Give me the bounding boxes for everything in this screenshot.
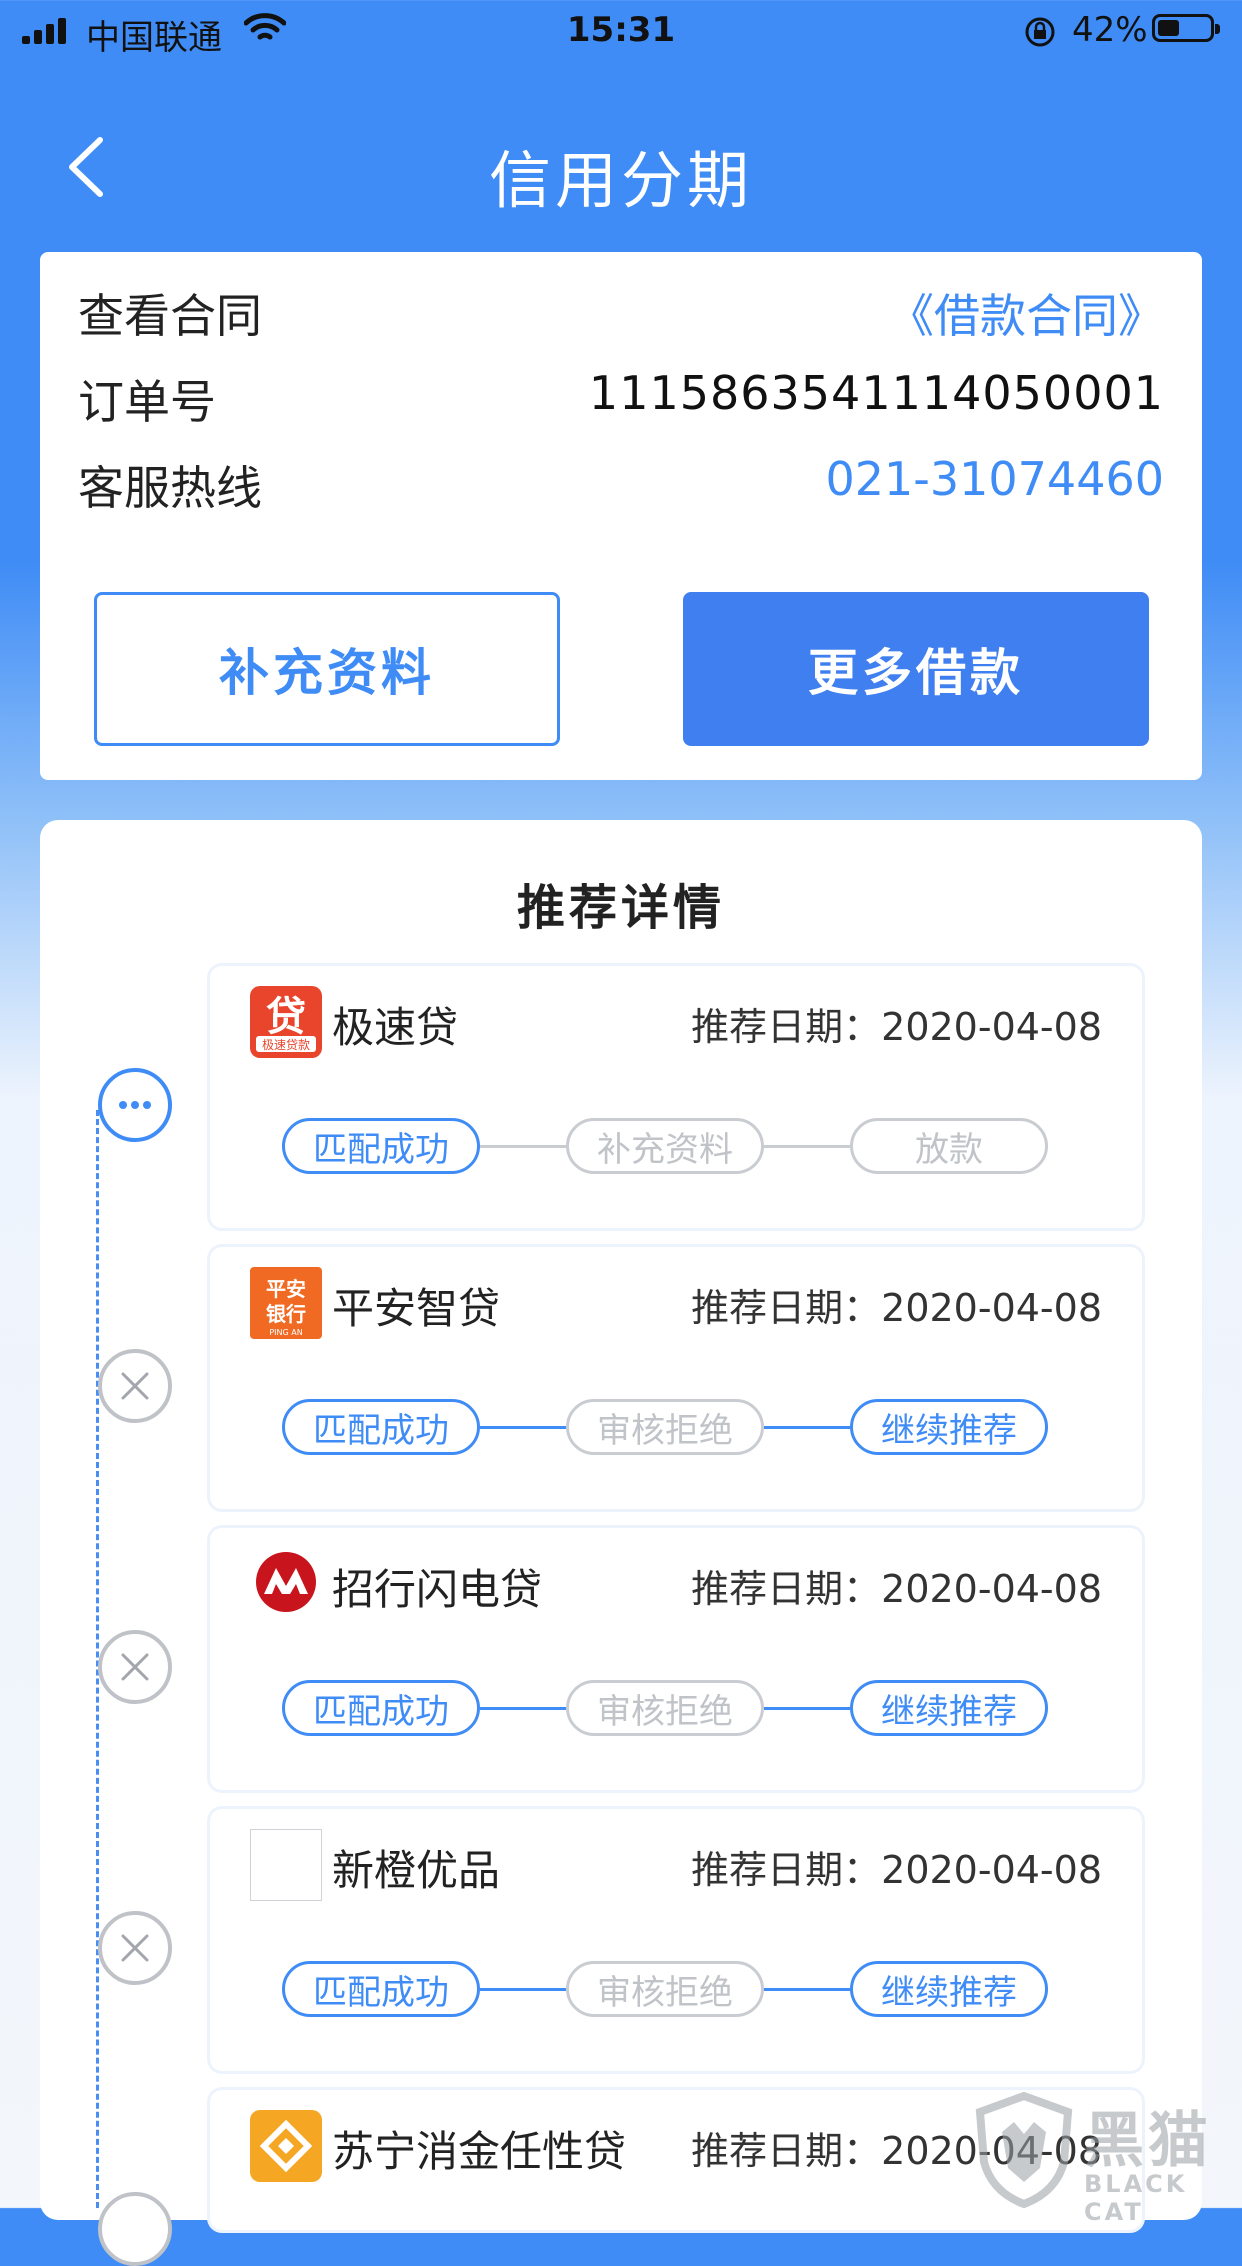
pending-dots-icon <box>98 1068 172 1142</box>
loan-product-name: 新橙优品 <box>332 1846 501 1895</box>
rejected-x-icon <box>98 1349 172 1423</box>
jisudai-logo-icon: 贷 极速贷款 <box>250 986 322 1058</box>
rejected-x-icon <box>98 1911 172 1985</box>
step-rejected: 审核拒绝 <box>566 1399 764 1455</box>
svg-text:银行: 银行 <box>266 1302 306 1326</box>
step-connector <box>764 1988 850 1991</box>
svg-text:极速贷款: 极速贷款 <box>262 1038 310 1052</box>
loan-item[interactable]: 新橙优品 推荐日期：2020-04-08 匹配成功 审核拒绝 继续推荐 <box>210 1809 1142 2071</box>
nav-bar: 信用分期 <box>0 112 1242 222</box>
pingan-bank-logo-icon: 平安 银行 PING AN <box>250 1267 322 1339</box>
svg-text:平安: 平安 <box>266 1277 306 1301</box>
order-label: 订单号 <box>78 375 216 429</box>
step-matched: 匹配成功 <box>282 1399 480 1455</box>
progress-steps: 匹配成功 审核拒绝 继续推荐 <box>282 1680 1068 1736</box>
loan-product-name: 平安智贷 <box>332 1284 501 1333</box>
contract-info-card: 查看合同 《借款合同》 订单号 1115863541114050001 客服热线… <box>40 252 1202 780</box>
hotline-label: 客服热线 <box>78 461 262 515</box>
step-supplement: 补充资料 <box>566 1118 764 1174</box>
page-title: 信用分期 <box>488 144 753 217</box>
step-connector <box>480 1145 566 1148</box>
step-matched: 匹配成功 <box>282 1680 480 1736</box>
watermark-text: 黑猫 <box>1084 2106 1212 2176</box>
loan-item[interactable]: 贷 极速贷款 极速贷 推荐日期：2020-04-08 匹配成功 补充资料 放款 <box>210 966 1142 1228</box>
more-loans-button[interactable]: 更多借款 <box>683 592 1149 746</box>
continue-recommend-button[interactable]: 继续推荐 <box>850 1399 1048 1455</box>
suning-logo-icon <box>250 2110 322 2182</box>
rejected-x-icon <box>98 1630 172 1704</box>
progress-steps: 匹配成功 审核拒绝 继续推荐 <box>282 1399 1068 1455</box>
hotline-number[interactable]: 021-31074460 <box>825 452 1164 506</box>
step-matched: 匹配成功 <box>282 1118 480 1174</box>
continue-recommend-button[interactable]: 继续推荐 <box>850 1680 1048 1736</box>
contract-label: 查看合同 <box>78 289 262 343</box>
recommend-date: 推荐日期：2020-04-08 <box>691 1567 1102 1611</box>
order-number: 1115863541114050001 <box>588 366 1164 420</box>
step-rejected: 审核拒绝 <box>566 1680 764 1736</box>
step-connector <box>480 1988 566 1991</box>
loan-product-name: 苏宁消金任性贷 <box>332 2127 627 2176</box>
watermark-subtext: BLACK CAT <box>1084 2170 1188 2226</box>
recommend-date: 推荐日期：2020-04-08 <box>691 1286 1102 1330</box>
progress-steps: 匹配成功 补充资料 放款 <box>282 1118 1068 1174</box>
contract-link[interactable]: 《借款合同》 <box>888 280 1164 346</box>
progress-steps: 匹配成功 审核拒绝 继续推荐 <box>282 1961 1068 2017</box>
hotline-row: 客服热线 021-31074460 <box>78 444 1164 515</box>
step-rejected: 审核拒绝 <box>566 1961 764 2017</box>
black-cat-watermark: 黑猫 BLACK CAT <box>972 2091 1242 2226</box>
step-connector <box>480 1426 566 1429</box>
step-connector <box>480 1707 566 1710</box>
loan-item[interactable]: 招行闪电贷 推荐日期：2020-04-08 匹配成功 审核拒绝 继续推荐 <box>210 1528 1142 1790</box>
order-row: 订单号 1115863541114050001 <box>78 358 1164 429</box>
step-connector <box>764 1145 850 1148</box>
blank-logo-icon <box>250 1829 322 1901</box>
continue-recommend-button[interactable]: 继续推荐 <box>850 1961 1048 2017</box>
step-connector <box>764 1707 850 1710</box>
battery-percent: 42% <box>1072 10 1148 50</box>
rejected-x-icon <box>98 2192 172 2266</box>
status-bar: 中国联通 15:31 42% <box>0 0 1242 62</box>
orientation-lock-icon <box>1025 17 1055 47</box>
loan-product-name: 极速贷 <box>332 1003 459 1052</box>
recommend-date: 推荐日期：2020-04-08 <box>691 1848 1102 1892</box>
loan-product-name: 招行闪电贷 <box>332 1565 543 1614</box>
step-disburse: 放款 <box>850 1118 1048 1174</box>
black-cat-shield-icon <box>975 2091 1073 2209</box>
cmb-logo-icon <box>250 1548 322 1620</box>
svg-text:PING AN: PING AN <box>269 1328 302 1337</box>
svg-text:贷: 贷 <box>266 994 306 1040</box>
contract-row: 查看合同 《借款合同》 <box>78 272 1164 343</box>
step-matched: 匹配成功 <box>282 1961 480 2017</box>
recommend-date: 推荐日期：2020-04-08 <box>691 1005 1102 1049</box>
step-connector <box>764 1426 850 1429</box>
loan-item[interactable]: 平安 银行 PING AN 平安智贷 推荐日期：2020-04-08 匹配成功 … <box>210 1247 1142 1509</box>
supplement-info-button[interactable]: 补充资料 <box>94 592 560 746</box>
battery-icon <box>1152 14 1220 42</box>
recommend-title: 推荐详情 <box>516 880 725 936</box>
